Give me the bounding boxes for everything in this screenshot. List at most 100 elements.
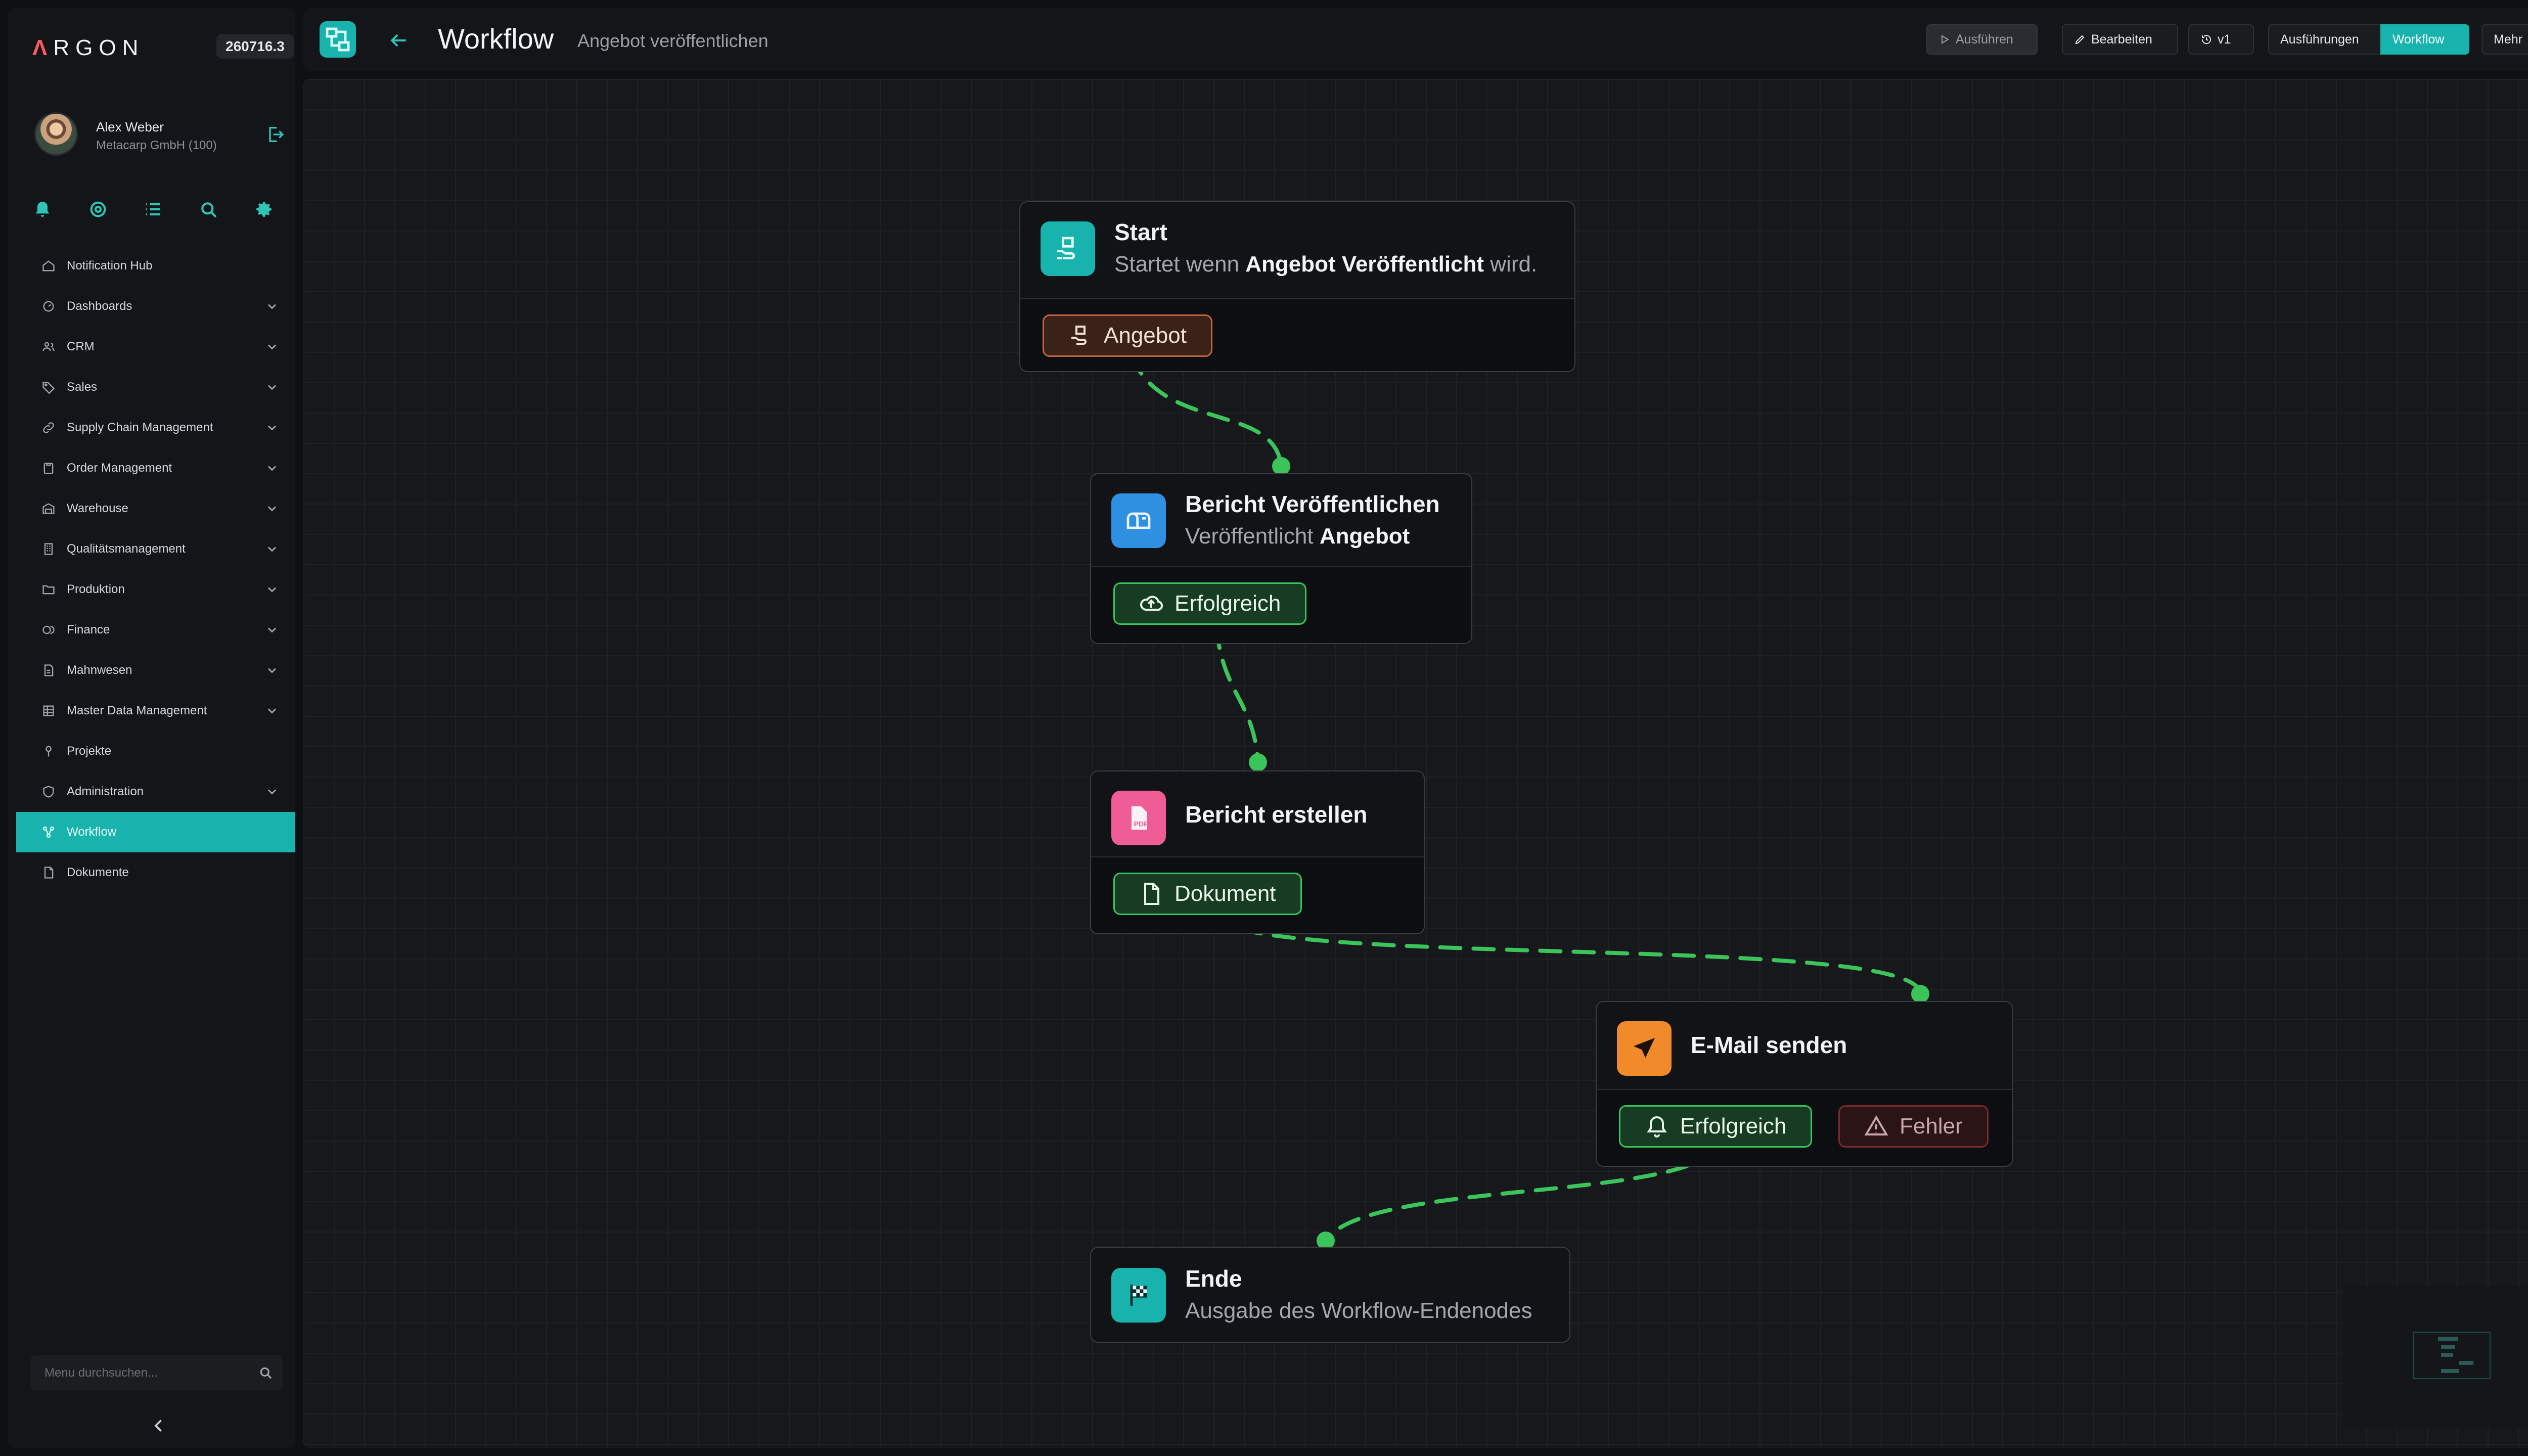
list-icon[interactable] — [143, 199, 163, 219]
sidebar: ΛRGON 260716.3 Alex Weber Metacarp GmbH … — [8, 8, 295, 1448]
brand-logo[interactable]: ΛRGON — [32, 35, 144, 61]
gear-icon[interactable] — [254, 199, 274, 219]
sidebar-item-label: Produktion — [67, 582, 125, 596]
chevron-down-icon — [267, 506, 277, 512]
output-email-success[interactable]: Erfolgreich — [1619, 1105, 1813, 1148]
sidebar-item-order-management[interactable]: Order Management — [16, 448, 295, 488]
chevron-down-icon — [267, 708, 277, 714]
node-end-icon-badge — [1111, 1268, 1166, 1323]
version-button[interactable]: v1 — [2188, 24, 2254, 55]
logout-icon[interactable] — [265, 124, 285, 145]
node-publish-icon-badge — [1111, 493, 1166, 548]
workflow-icon — [42, 826, 55, 838]
sidebar-nav: Notification Hub Dashboards CRM Sales Su… — [16, 246, 295, 893]
sidebar-item-label: Mahnwesen — [67, 663, 132, 677]
clipboard-icon — [43, 463, 54, 474]
sidebar-item-projects[interactable]: Projekte — [16, 731, 295, 771]
file-icon — [44, 664, 54, 676]
node-report-outputs: Dokument — [1091, 856, 1424, 933]
menu-search-input[interactable]: Menu durchsuchen... — [30, 1355, 283, 1390]
output-email-error[interactable]: Fehler — [1838, 1105, 1989, 1148]
back-arrow-icon[interactable] — [387, 29, 410, 52]
output-document-label: Dokument — [1175, 881, 1276, 906]
more-label: Mehr — [2494, 32, 2522, 47]
sidebar-item-label: Workflow — [67, 825, 117, 839]
link-icon — [43, 422, 54, 433]
chevron-down-icon — [267, 587, 277, 593]
bell-icon[interactable] — [32, 199, 53, 219]
node-send-email[interactable]: E-Mail senden Erfolgreich Fehler — [1596, 1001, 2013, 1167]
handle-report-in[interactable] — [1249, 753, 1267, 771]
chevron-down-icon — [267, 304, 277, 309]
node-publish-description: Veröffentlicht Angebot — [1185, 524, 1410, 549]
node-end-description: Ausgabe des Workflow-Endenodes — [1185, 1298, 1532, 1323]
sidebar-item-label: Qualitätsmanagement — [67, 542, 186, 556]
sidebar-item-label: Dokumente — [67, 866, 129, 879]
users-icon — [42, 342, 55, 351]
node-start-icon-badge — [1041, 221, 1095, 276]
chevron-down-icon — [267, 385, 277, 390]
workflow-canvas[interactable]: Start Startet wenn Angebot Veröffentlich… — [303, 79, 2528, 1448]
sidebar-item-finance[interactable]: Finance — [16, 610, 295, 650]
grid-icon — [43, 705, 54, 716]
minimap[interactable] — [2342, 1286, 2528, 1428]
edit-button[interactable]: Bearbeiten — [2062, 24, 2178, 55]
sidebar-item-warehouse[interactable]: Warehouse — [16, 488, 295, 529]
node-email-icon-badge — [1617, 1021, 1672, 1076]
building-icon — [44, 543, 53, 555]
more-button[interactable]: Mehr — [2481, 24, 2528, 55]
sidebar-item-administration[interactable]: Administration — [16, 771, 295, 812]
output-publish-success[interactable]: Erfolgreich — [1113, 582, 1307, 625]
target-icon[interactable] — [88, 199, 108, 219]
sidebar-item-quality[interactable]: Qualitätsmanagement — [16, 529, 295, 569]
handle-email-in[interactable] — [1911, 985, 1929, 1003]
sidebar-item-documents[interactable]: Dokumente — [16, 852, 295, 893]
sidebar-item-label: Sales — [67, 380, 98, 394]
top-header: Workflow Angebot veröffentlichen Ausführ… — [303, 8, 2528, 71]
sidebar-item-production[interactable]: Produktion — [16, 569, 295, 610]
menu-search-placeholder: Menu durchsuchen... — [44, 1366, 158, 1380]
handle-publish-in[interactable] — [1272, 457, 1290, 475]
node-publish-report[interactable]: Bericht Veröffentlichen Veröffentlicht A… — [1090, 473, 1472, 644]
node-end[interactable]: Ende Ausgabe des Workflow-Endenodes — [1090, 1247, 1570, 1343]
chevron-down-icon — [267, 344, 277, 350]
pdf-file-icon — [1144, 883, 1159, 905]
avatar[interactable] — [34, 112, 78, 156]
user-org: Metacarp GmbH (100) — [96, 139, 217, 152]
sidebar-item-label: Supply Chain Management — [67, 421, 213, 434]
page-title: Workflow — [438, 23, 554, 55]
workflow-icon — [326, 27, 350, 52]
node-create-report[interactable]: PDF Bericht erstellen Dokument — [1090, 770, 1425, 934]
sidebar-item-master-data[interactable]: Master Data Management — [16, 691, 295, 731]
sidebar-item-dashboards[interactable]: Dashboards — [16, 286, 295, 327]
version-label: v1 — [2218, 32, 2231, 47]
sidebar-item-crm[interactable]: CRM — [16, 327, 295, 367]
bell-icon — [1647, 1116, 1667, 1138]
node-email-title: E-Mail senden — [1691, 1032, 1847, 1058]
node-email-outputs: Erfolgreich Fehler — [1597, 1089, 2012, 1166]
node-report-icon-badge: PDF — [1111, 791, 1166, 845]
pdf-file-icon: PDF — [1132, 806, 1148, 830]
svg-text:PDF: PDF — [1134, 820, 1148, 828]
sidebar-item-supply-chain[interactable]: Supply Chain Management — [16, 407, 295, 448]
sidebar-item-label: Order Management — [67, 461, 172, 475]
output-document[interactable]: Dokument — [1113, 873, 1302, 915]
tab-executions[interactable]: Ausführungen — [2268, 24, 2381, 55]
chevron-left-icon[interactable] — [150, 1417, 168, 1435]
tag-icon — [42, 382, 55, 394]
sidebar-item-dunning[interactable]: Mahnwesen — [16, 650, 295, 691]
sidebar-item-notification-hub[interactable]: Notification Hub — [16, 246, 295, 286]
sidebar-item-workflow[interactable]: Workflow — [16, 812, 295, 852]
dashboard-icon — [43, 301, 54, 312]
sidebar-item-sales[interactable]: Sales — [16, 367, 295, 407]
node-publish-title: Bericht Veröffentlichen — [1185, 491, 1440, 517]
sidebar-item-label: Dashboards — [67, 299, 132, 313]
output-angebot[interactable]: Angebot — [1043, 314, 1212, 357]
node-report-title: Bericht erstellen — [1185, 801, 1368, 828]
run-button[interactable]: Ausführen — [1926, 24, 2038, 55]
node-start[interactable]: Start Startet wenn Angebot Veröffentlich… — [1019, 201, 1575, 372]
search-icon[interactable] — [198, 199, 218, 219]
workflow-badge — [320, 21, 356, 58]
chevron-down-icon — [267, 627, 277, 633]
tab-workflow[interactable]: Workflow — [2380, 24, 2469, 55]
